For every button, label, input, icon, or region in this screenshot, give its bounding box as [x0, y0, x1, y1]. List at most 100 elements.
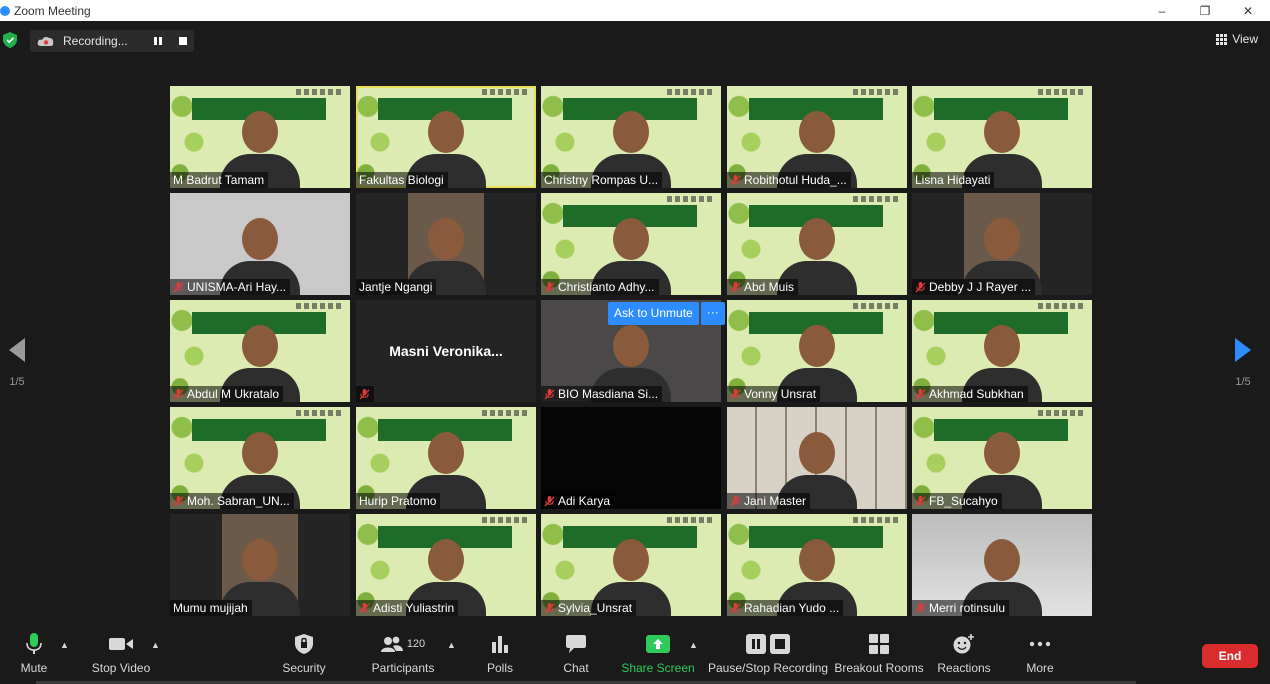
- pause-stop-recording-button[interactable]: Pause/Stop Recording: [708, 632, 828, 678]
- ask-to-unmute-popup: Ask to Unmute ···: [608, 302, 725, 325]
- participant-video-tile[interactable]: Fakultas Biologi: [356, 86, 536, 188]
- breakout-rooms-label: Breakout Rooms: [834, 661, 924, 675]
- chat-button[interactable]: Chat: [560, 632, 592, 678]
- participant-video-tile[interactable]: Rahadian Yudo ...: [727, 514, 907, 616]
- participant-name-tag: Vonny Unsrat: [727, 386, 821, 402]
- participant-video-tile[interactable]: Abdul M Ukratalo: [170, 300, 350, 402]
- participant-video-tile[interactable]: UNISMA-Ari Hay...: [170, 193, 350, 295]
- cloud-recording-icon: [37, 36, 54, 46]
- participant-video-tile[interactable]: Adi Karya: [541, 407, 721, 509]
- participant-video-tile[interactable]: Jantje Ngangi: [356, 193, 536, 295]
- sponsor-logos: [1038, 410, 1086, 416]
- participant-video-tile[interactable]: Moh. Sabran_UN...: [170, 407, 350, 509]
- participant-video-tile[interactable]: Mumu mujijah: [170, 514, 350, 616]
- sponsor-logos: [853, 303, 901, 309]
- sponsor-logos: [296, 410, 344, 416]
- video-gallery: Merri rotinsulu Rahadian Yudo ... Sylvia_U…: [170, 86, 1094, 616]
- participant-name-tag: Rahadian Yudo ...: [727, 600, 844, 616]
- muted-microphone-icon: [544, 602, 555, 614]
- page-indicator-right: 1/5: [1235, 376, 1251, 388]
- participant-video-tile[interactable]: Masni Veronika...: [356, 300, 536, 402]
- share-options-caret-icon[interactable]: ▲: [689, 640, 698, 650]
- participant-name-tag: Merri rotinsulu: [912, 600, 1010, 616]
- participant-name: Lisna Hidayati: [915, 173, 991, 187]
- sponsor-logos: [667, 89, 715, 95]
- participant-name-tag: Jani Master: [727, 493, 811, 509]
- participant-video-tile[interactable]: Hurip Pratomo: [356, 407, 536, 509]
- reactions-button[interactable]: Reactions: [937, 632, 991, 678]
- participant-name: Hurip Pratomo: [359, 494, 437, 508]
- ask-to-unmute-button[interactable]: Ask to Unmute: [608, 302, 699, 325]
- participant-name: Akhmad Subkhan: [929, 387, 1024, 401]
- muted-microphone-icon: [915, 602, 926, 614]
- participants-caret-icon[interactable]: ▲: [447, 640, 456, 650]
- participant-name: Adisti Yuliastrin: [373, 601, 455, 615]
- participant-video-tile[interactable]: Vonny Unsrat: [727, 300, 907, 402]
- participant-video-tile[interactable]: M Badrut Tamam: [170, 86, 350, 188]
- participants-count: 120: [406, 638, 426, 650]
- mute-label: Mute: [20, 661, 48, 675]
- participant-name-tag: Debby J J Rayer ...: [912, 279, 1036, 295]
- breakout-rooms-button[interactable]: Breakout Rooms: [834, 632, 924, 678]
- recording-label: Recording...: [63, 34, 128, 48]
- muted-microphone-icon: [730, 602, 741, 614]
- participant-name-tag: Lisna Hidayati: [912, 172, 995, 188]
- participant-video-tile[interactable]: Sylvia_Unsrat: [541, 514, 721, 616]
- participant-video-tile[interactable]: Merri rotinsulu: [912, 514, 1092, 616]
- participant-name: Jantje Ngangi: [359, 280, 433, 294]
- security-shield-icon: [295, 634, 313, 654]
- participant-video-tile[interactable]: Christianto Adhy...: [541, 193, 721, 295]
- security-button[interactable]: Security: [282, 632, 326, 678]
- audio-options-caret-icon[interactable]: ▲: [60, 640, 69, 650]
- video-camera-icon: [109, 638, 133, 650]
- end-meeting-button[interactable]: End: [1202, 644, 1258, 668]
- security-label: Security: [282, 661, 326, 675]
- sponsor-logos: [853, 89, 901, 95]
- chevron-left-icon: [9, 338, 25, 362]
- previous-page-button[interactable]: 1/5: [2, 338, 32, 388]
- participant-video-tile[interactable]: Lisna Hidayati: [912, 86, 1092, 188]
- pause-icon: [154, 37, 162, 45]
- close-button[interactable]: ✕: [1228, 0, 1268, 21]
- participant-name: Fakultas Biologi: [359, 173, 444, 187]
- stop-recording-button[interactable]: [177, 35, 189, 47]
- participant-name: M Badrut Tamam: [173, 173, 265, 187]
- participant-name-tag: M Badrut Tamam: [170, 172, 269, 188]
- participant-name-tag: Adisti Yuliastrin: [356, 600, 459, 616]
- share-screen-button[interactable]: Share Screen: [621, 632, 695, 678]
- participant-name-tag: Fakultas Biologi: [356, 172, 448, 188]
- stop-video-button[interactable]: Stop Video: [92, 632, 150, 678]
- participant-name: Merri rotinsulu: [929, 601, 1006, 615]
- participant-video-tile[interactable]: Abd Muis: [727, 193, 907, 295]
- participant-name: Abd Muis: [744, 280, 795, 294]
- breakout-rooms-icon: [869, 634, 889, 654]
- participant-video-tile[interactable]: Jani Master: [727, 407, 907, 509]
- more-button[interactable]: More: [1024, 632, 1056, 678]
- participant-name: FB_Sucahyo: [929, 494, 998, 508]
- participant-video-tile[interactable]: Robithotul Huda_...: [727, 86, 907, 188]
- minimize-button[interactable]: –: [1142, 0, 1182, 21]
- muted-microphone-icon: [915, 495, 926, 507]
- pause-recording-button[interactable]: [152, 35, 164, 47]
- participant-video-tile[interactable]: Adisti Yuliastrin: [356, 514, 536, 616]
- participant-name-tag: Abd Muis: [727, 279, 799, 295]
- participant-video-tile[interactable]: Akhmad Subkhan: [912, 300, 1092, 402]
- participant-name: Robithotul Huda_...: [744, 173, 847, 187]
- sponsor-logos: [667, 517, 715, 523]
- muted-microphone-icon: [730, 388, 741, 400]
- view-button[interactable]: View: [1216, 32, 1258, 46]
- sponsor-logos: [1038, 303, 1086, 309]
- participant-video-tile[interactable]: Debby J J Rayer ...: [912, 193, 1092, 295]
- participants-button[interactable]: 120 Participants: [372, 632, 434, 678]
- next-page-button[interactable]: 1/5: [1228, 338, 1258, 388]
- participant-more-options-button[interactable]: ···: [700, 302, 725, 325]
- mute-button[interactable]: Mute: [18, 632, 50, 678]
- encryption-shield-icon[interactable]: [3, 32, 17, 48]
- meeting-top-bar: Recording... View: [0, 21, 1270, 63]
- participant-video-tile[interactable]: Christny Rompas U...: [541, 86, 721, 188]
- restore-button[interactable]: ❐: [1185, 0, 1225, 21]
- participant-video-tile[interactable]: FB_Sucahyo: [912, 407, 1092, 509]
- polls-button[interactable]: Polls: [484, 632, 516, 678]
- video-options-caret-icon[interactable]: ▲: [151, 640, 160, 650]
- polls-label: Polls: [486, 661, 513, 675]
